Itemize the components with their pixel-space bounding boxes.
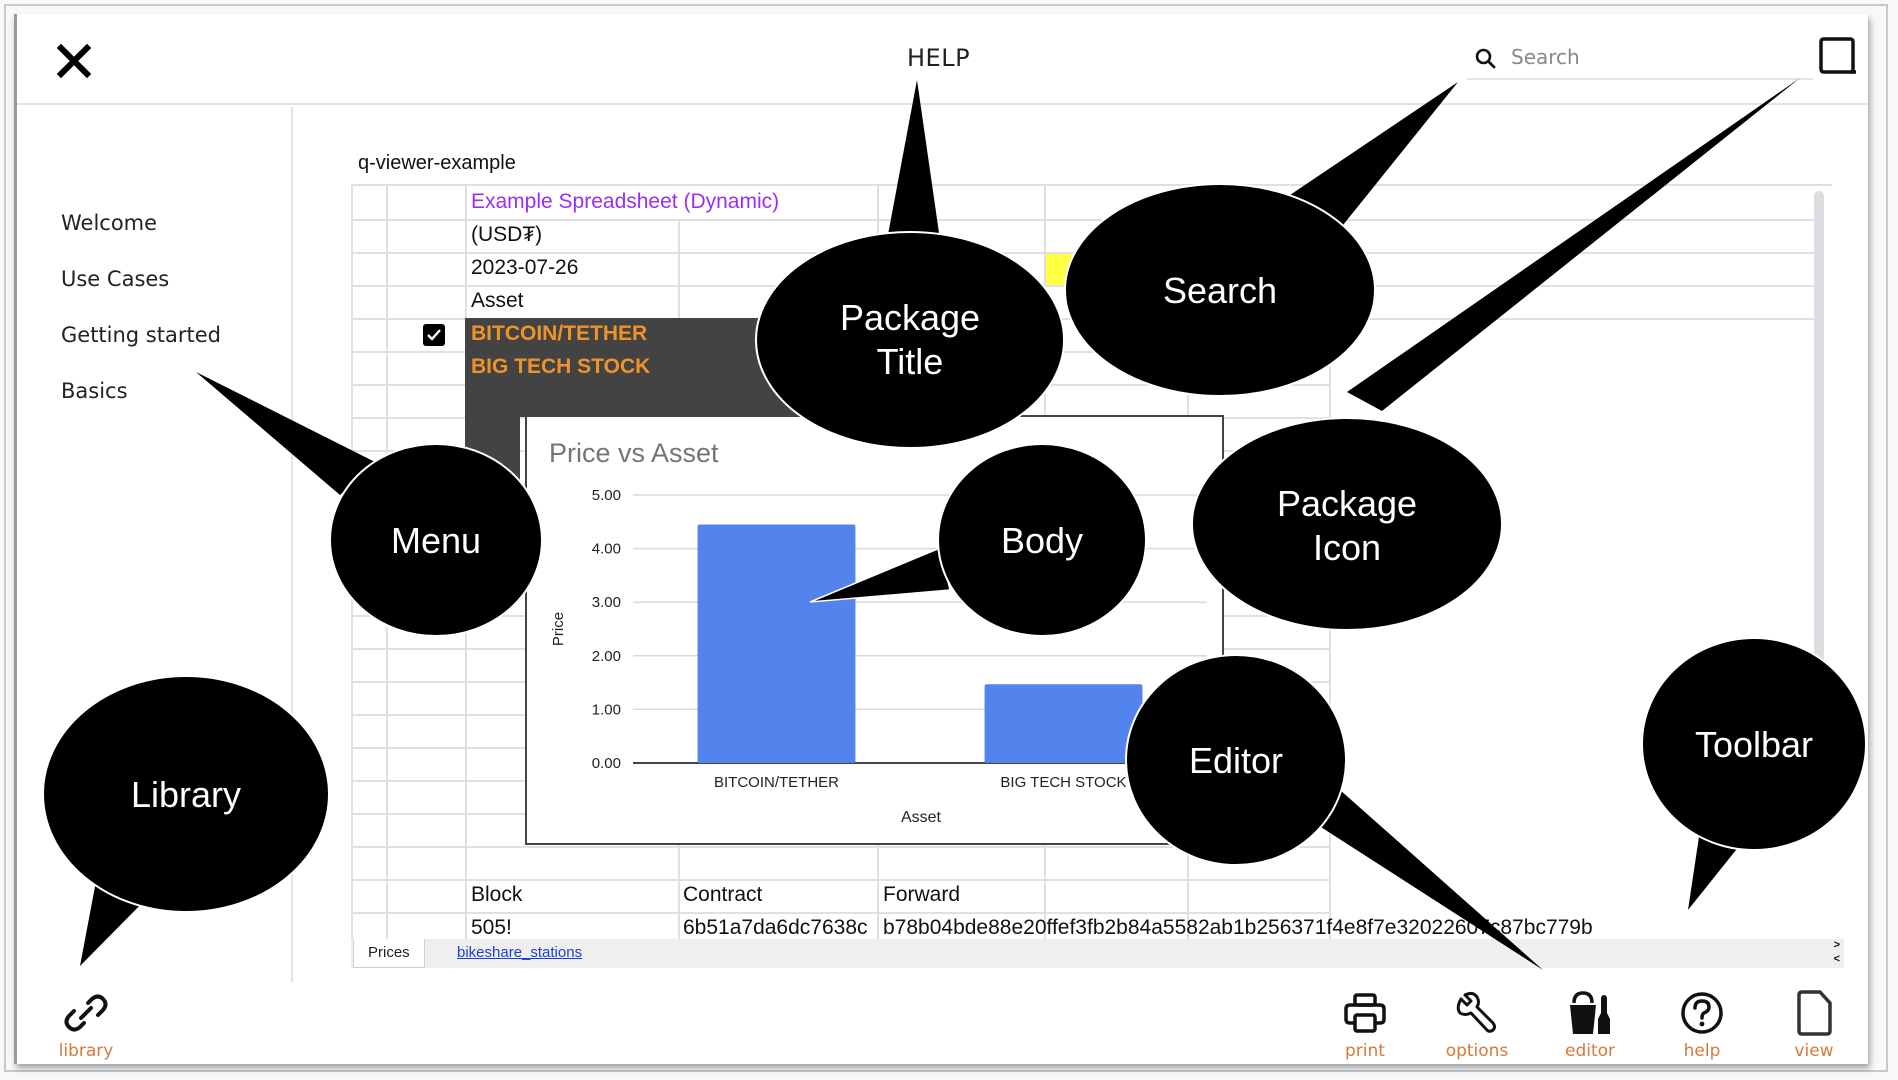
sidebar-item-basics[interactable]: Basics [61,379,128,403]
chart-x-axis-label: Asset [901,809,942,826]
chart-canvas: Price vs Asset 0.001.002.003.004.005.00 … [549,438,1207,826]
grid-line [351,879,1331,881]
grid-line [386,186,388,939]
help-window: HELP Welcome Use Cases Getting started B… [14,14,1868,1064]
print-label: print [1345,1041,1385,1061]
grid-line [351,846,1331,848]
sidebar-item-welcome[interactable]: Welcome [61,211,157,235]
help-circle-icon [1681,992,1723,1034]
footer-header-cell[interactable]: Contract [683,883,762,907]
chart-title: Price vs Asset [549,438,719,468]
grid-line [1329,346,1331,939]
sidebar-item-use-cases[interactable]: Use Cases [61,267,169,291]
chart-y-tick-label: 1.00 [592,701,621,718]
grid-line [351,186,353,939]
grid-line [351,252,1816,254]
footer-header-cell[interactable]: Block [471,883,522,907]
asset-cell[interactable]: BITCOIN/TETHER [471,322,647,346]
chart-y-axis-label: Price [550,612,567,646]
date-cell[interactable]: 2023-07-26 [471,256,578,280]
asset-range-fill [465,417,520,582]
tab-scroll-right[interactable]: > [1834,939,1840,951]
row-checkbox[interactable] [423,324,445,346]
print-button[interactable]: print [1320,989,1410,1061]
editor-button[interactable]: editor [1545,989,1635,1061]
page-title: HELP [907,44,971,72]
link-icon [64,994,108,1032]
tab-prices[interactable]: Prices [353,939,425,968]
highlighted-cell [1046,254,1072,285]
sheet-tab-bar: Prices bikeshare_stations > < [351,939,1844,968]
tab-bikeshare-stations[interactable]: bikeshare_stations [443,939,596,968]
options-button[interactable]: options [1432,989,1522,1061]
currency-cell[interactable]: (USD₮) [471,223,542,247]
checkmark-icon [427,329,441,341]
footer-cell[interactable]: 505! [471,916,512,939]
package-square-icon [1819,37,1856,74]
grid-line [351,219,1816,221]
document-icon [1797,990,1832,1036]
close-icon [56,43,92,79]
chart-y-tick-label: 3.00 [592,594,621,611]
wrench-icon [1456,991,1496,1033]
chart-y-tick-label: 2.00 [592,648,621,665]
header: HELP [17,14,1868,105]
asset-header-cell[interactable]: Asset [471,289,524,313]
close-button[interactable] [49,36,99,86]
paint-bucket-brush-icon [1570,991,1610,1034]
tab-scroll-left[interactable]: < [1834,953,1840,965]
chart-y-tick-label: 5.00 [592,487,621,504]
vertical-scrollbar[interactable] [1814,191,1824,676]
asset-cell[interactable]: BIG TECH STOCK [471,355,650,379]
chart-y-tick-label: 4.00 [592,541,621,558]
chart-y-tick-label: 0.00 [592,755,621,772]
footer-header-cell[interactable]: Forward [883,883,960,907]
help-label: help [1683,1041,1721,1061]
view-button[interactable]: view [1769,989,1859,1061]
search-input[interactable] [1511,40,1801,74]
chart-bar[interactable] [984,684,1143,763]
footer-cell[interactable]: b78b04bde88e20ffef3fb2b84a5582ab1b256371… [883,916,1593,939]
help-button[interactable]: help [1657,989,1747,1061]
footer-cell[interactable]: 6b51a7da6dc7638c [683,916,883,939]
value-cell[interactable]: 10 [1191,322,1231,346]
sheet-title-cell[interactable]: Example Spreadsheet (Dynamic) [471,190,779,214]
price-chart[interactable]: Price vs Asset 0.00 1.00 2.00 3.00 4.00 5.00 … [525,415,1224,845]
grid-line [351,912,1331,914]
search-box[interactable] [1467,34,1813,80]
library-label: library [58,1041,114,1061]
printer-icon [1344,993,1386,1033]
search-icon [1475,48,1496,69]
package-icon-button[interactable] [1817,36,1857,76]
chart-x-tick-label: BIG TECH STOCK [1000,774,1126,791]
grid-line [351,285,1816,287]
sidebar-menu: Welcome Use Cases Getting started Basics [17,107,293,982]
chart-bar[interactable] [697,524,856,763]
sidebar-item-getting-started[interactable]: Getting started [61,323,221,347]
chart-x-tick-label: BITCOIN/TETHER [714,774,839,791]
sheet-name: q-viewer-example [358,152,516,174]
library-button[interactable]: library [41,989,131,1061]
options-label: options [1445,1041,1509,1061]
view-label: view [1794,1041,1834,1061]
editor-label: editor [1564,1041,1616,1061]
